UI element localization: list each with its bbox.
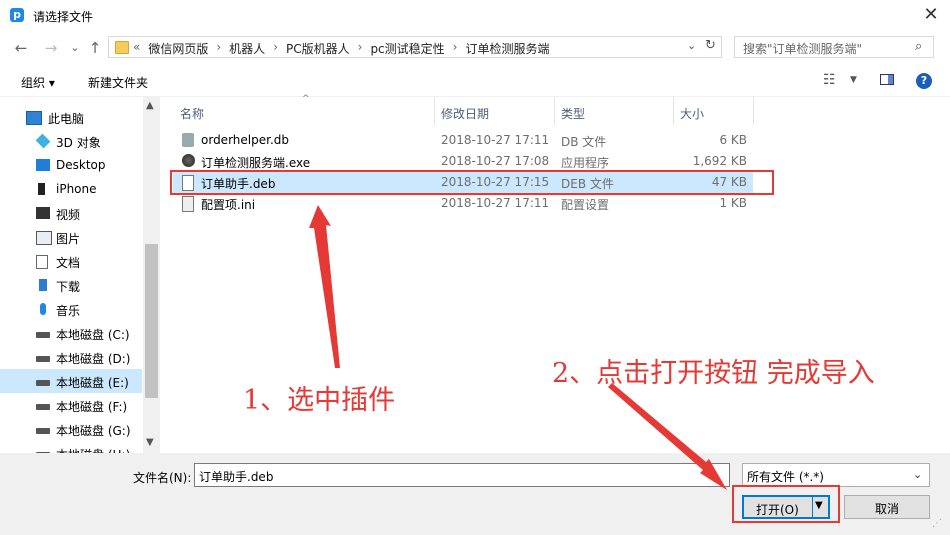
annotation-arrows bbox=[309, 205, 727, 490]
annotation-step1: 1、选中插件 bbox=[243, 385, 396, 416]
arrow-to-open-button bbox=[608, 383, 727, 490]
annotation-step2: 2、点击打开按钮 完成导入 bbox=[552, 358, 875, 389]
arrow-to-file bbox=[309, 205, 340, 368]
